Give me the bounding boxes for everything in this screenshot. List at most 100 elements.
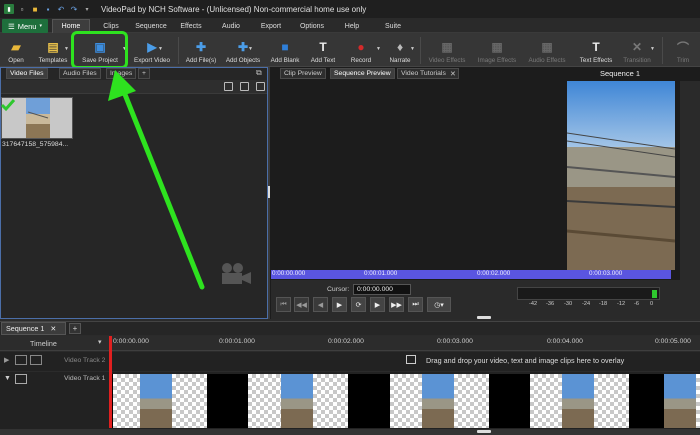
close-icon[interactable]: ✕ xyxy=(450,70,456,78)
timeline-scroll-handle[interactable] xyxy=(477,430,491,433)
tab-sequence[interactable]: Sequence xyxy=(131,19,171,33)
speed-dropdown[interactable]: ◷▾ xyxy=(427,297,451,312)
title-bar: ▮ ▫ ■ ▪ ↶ ↷ ▾ VideoPad by NCH Software -… xyxy=(0,0,700,18)
clip-frame-transparent xyxy=(696,374,700,428)
video-tutorials-label: Video Tutorials xyxy=(401,70,446,77)
tab-suite[interactable]: Suite xyxy=(380,19,406,33)
playhead[interactable] xyxy=(109,336,112,428)
tab-options[interactable]: Options xyxy=(296,19,328,33)
tab-sequence-1[interactable]: Sequence 1 ✕ xyxy=(1,322,66,335)
add-sequence-button[interactable]: + xyxy=(69,323,81,334)
add-objects-button[interactable]: ✚ Add Objects xyxy=(222,34,264,66)
export-video-button[interactable]: ▶ Export Video xyxy=(130,34,174,66)
tab-audio-files[interactable]: Audio Files xyxy=(59,68,101,79)
track2-label: Video Track 2 xyxy=(64,357,106,364)
save-icon[interactable]: ▪ xyxy=(43,4,53,14)
timeline-header xyxy=(0,321,700,335)
clip-frame xyxy=(562,374,594,428)
text-effects-button[interactable]: T Text Effects xyxy=(574,34,618,66)
chevron-down-icon[interactable]: ▼ xyxy=(248,46,253,52)
chevron-down-icon[interactable]: ▼ xyxy=(158,46,163,52)
clip-filename: 317647158_575984... xyxy=(2,141,69,148)
timeline-time-label: 0:00:00.000 xyxy=(113,338,149,345)
video-effects-icon: ▦ xyxy=(441,40,453,54)
chevron-down-icon[interactable]: ▼ xyxy=(376,46,381,52)
audio-level-meter xyxy=(517,287,660,300)
timeline-scrollbar[interactable] xyxy=(0,429,700,435)
text-icon: T xyxy=(319,40,327,54)
trash-icon[interactable] xyxy=(224,82,233,91)
tab-audio[interactable]: Audio xyxy=(218,19,244,33)
next-frame-button[interactable]: ▶▶ xyxy=(389,297,404,312)
undock-icon[interactable]: ⧉ xyxy=(256,68,262,78)
tab-images[interactable]: Images xyxy=(106,68,137,79)
meter-tick-label: -30 xyxy=(564,301,573,307)
meter-tick-label: -18 xyxy=(599,301,608,307)
clip-frame-transparent xyxy=(390,374,425,428)
image-effects-button[interactable]: ▦ Image Effects xyxy=(474,34,520,66)
open-folder-icon[interactable]: ■ xyxy=(30,4,40,14)
undo-icon[interactable]: ↶ xyxy=(56,4,66,14)
add-bin-tab[interactable]: + xyxy=(138,68,150,79)
trim-button[interactable]: ⌒ Trim xyxy=(670,34,696,66)
chevron-down-icon[interactable]: ▼ xyxy=(410,46,415,52)
track-visibility-icon[interactable] xyxy=(15,355,27,365)
play-button[interactable]: ▶ xyxy=(332,297,347,312)
tab-help[interactable]: Help xyxy=(340,19,364,33)
hamburger-icon: ☰ xyxy=(7,21,15,31)
redo-icon[interactable]: ↷ xyxy=(69,4,79,14)
add-files-button[interactable]: ✚ Add File(s) xyxy=(182,34,220,66)
timeline-time-label: 0:00:03.000 xyxy=(437,338,473,345)
chevron-down-icon[interactable]: ▼ xyxy=(64,46,69,52)
step-forward-button[interactable]: ▶ xyxy=(370,297,385,312)
step-back-button[interactable]: ◀ xyxy=(313,297,328,312)
menu-button[interactable]: ☰ Menu ▾ xyxy=(2,19,48,33)
tab-clip-preview[interactable]: Clip Preview xyxy=(280,68,326,79)
chevron-down-icon[interactable]: ▾ xyxy=(98,338,102,346)
track-visibility-icon[interactable] xyxy=(15,374,27,384)
chevron-down-icon[interactable]: ▼ xyxy=(650,46,655,52)
meter-tick-label: 0 xyxy=(650,301,654,307)
save-project-highlight xyxy=(71,31,128,69)
toolbar-divider xyxy=(662,37,663,64)
add-text-button[interactable]: T Add Text xyxy=(306,34,340,66)
meter-tick-label: -42 xyxy=(529,301,538,307)
open-button[interactable]: ▰ Open xyxy=(4,34,28,66)
clip-frame xyxy=(422,374,454,428)
clip-frame xyxy=(140,374,172,428)
clip-frame xyxy=(281,374,313,428)
add-blank-button[interactable]: ■ Add Blank xyxy=(268,34,302,66)
timeline-time-label: 0:00:01.000 xyxy=(219,338,255,345)
track-lock-icon[interactable] xyxy=(30,355,42,365)
go-to-end-button[interactable]: ⏭ xyxy=(408,297,423,312)
dropdown-icon[interactable]: ▾ xyxy=(82,4,92,14)
tab-export[interactable]: Export xyxy=(257,19,285,33)
preview-scroll-handle[interactable] xyxy=(477,316,491,319)
ruler-tick-label: 0:00:00.000 xyxy=(272,270,306,277)
expand-arrow-icon[interactable]: ▶ xyxy=(4,356,9,364)
loop-button[interactable]: ⟳ xyxy=(351,297,366,312)
ruler-tick-label: 0:00:01.000 xyxy=(364,270,398,277)
previous-frame-button[interactable]: ◀◀ xyxy=(294,297,309,312)
overlay-icon xyxy=(406,355,416,364)
record-button[interactable]: ● Record xyxy=(346,34,376,66)
clip-frame xyxy=(664,374,696,428)
video-effects-button[interactable]: ▦ Video Effects xyxy=(424,34,470,66)
list-view-icon[interactable] xyxy=(256,82,265,91)
collapse-arrow-icon[interactable]: ▼ xyxy=(4,375,11,382)
audio-effects-button[interactable]: ▦ Audio Effects xyxy=(524,34,570,66)
tab-video-files[interactable]: Video Files xyxy=(6,68,48,79)
new-icon[interactable]: ▫ xyxy=(17,4,27,14)
tab-video-tutorials[interactable]: Video Tutorials ✕ xyxy=(397,68,459,79)
close-icon[interactable]: ✕ xyxy=(50,324,56,333)
trim-icon: ⌒ xyxy=(676,40,689,55)
timeline-time-label: 0:00:05.000 xyxy=(655,338,691,345)
cursor-time-field[interactable]: 0:00:00.000 xyxy=(353,284,411,295)
cursor-label: Cursor: xyxy=(327,286,350,293)
new-folder-icon[interactable] xyxy=(240,82,249,91)
tab-sequence-preview[interactable]: Sequence Preview xyxy=(330,68,395,79)
tab-effects[interactable]: Effects xyxy=(176,19,206,33)
ruler-tick-label: 0:00:02.000 xyxy=(477,270,511,277)
meter-tick-label: -12 xyxy=(617,301,626,307)
go-to-start-button[interactable]: ⏮ xyxy=(276,297,291,312)
